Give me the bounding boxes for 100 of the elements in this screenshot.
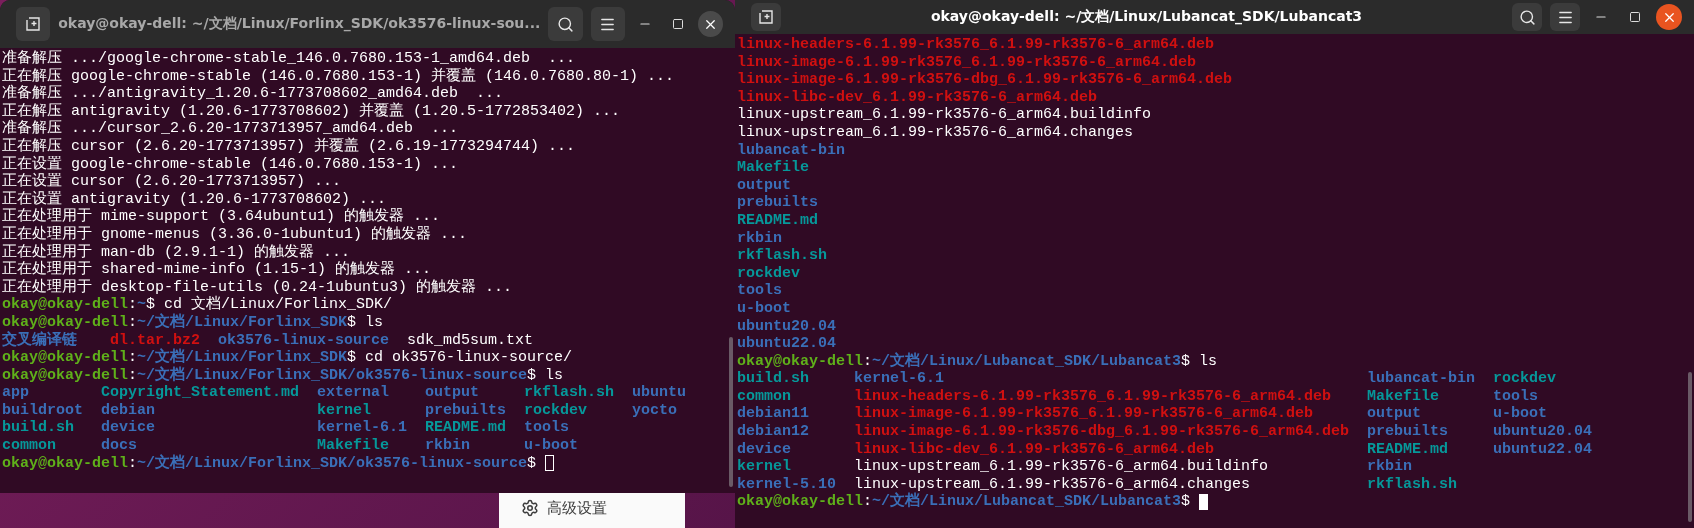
file-name: ubuntu (632, 384, 687, 402)
search-button[interactable] (1512, 3, 1542, 31)
window-title: okay@okay-dell: ~/文档/Linux/Forlinx_SDK/ok3576-linux-sou... (58, 15, 541, 33)
menu-button[interactable] (1550, 3, 1580, 31)
prompt-user: okay@okay-dell (2, 313, 129, 331)
file-name: linux-headers-6.1.99-rk3576_6.1.99-rk3576-6_arm64.deb (737, 36, 1216, 54)
output-line: 正在设置 antigravity (1.20.6-1773708602) ... (2, 190, 387, 208)
file-name: linux-upstream_6.1.99-rk3576-6_arm64.buildinfo (737, 106, 1153, 124)
close-button[interactable] (698, 11, 723, 37)
file-name: linux-image-6.1.99-rk3576_6.1.99-rk3576-6_arm64.deb (854, 405, 1315, 424)
file-name: prebuilts (425, 401, 507, 420)
prompt-user: okay@okay-dell (2, 366, 129, 385)
file-name: 交叉编译链 (2, 331, 78, 350)
file-name: docs (101, 437, 138, 455)
prompt-separator: : (128, 313, 138, 332)
prompt-path: ~/文档/Linux/Forlinx_SDK (137, 349, 348, 367)
menu-button[interactable] (590, 7, 625, 41)
file-name: ubuntu20.04 (737, 317, 838, 336)
file-name: yocto (632, 401, 678, 420)
command-text: $ ls (527, 366, 564, 385)
file-name: Makefile (317, 437, 390, 455)
maximize-icon (671, 18, 684, 30)
file-name: README.md (1367, 440, 1449, 459)
prompt-separator: : (128, 366, 138, 385)
command-text: $ cd ok3576-linux-source/ (347, 349, 573, 367)
file-name: output (737, 176, 792, 195)
output-line: 正在处理用于 gnome-menus (3.36.0-1ubuntu1) 的触发器 ... (2, 225, 468, 243)
file-name: common (2, 437, 57, 455)
file-name: linux-upstream_6.1.99-rk3576-6_arm64.changes (737, 123, 1135, 142)
new-tab-icon (25, 16, 42, 32)
command-text: $ ls (1181, 352, 1218, 371)
file-name: rockdev (737, 264, 801, 283)
file-name: output (425, 384, 480, 402)
prompt-path: ~/文档/Linux/Lubancat_SDK/Lubancat3 (872, 352, 1182, 371)
file-name: kernel (737, 458, 792, 476)
output-line: 正在解压 google-chrome-stable (146.0.7680.153-1) 并覆盖 (146.0.7680.80-1) ... (2, 67, 675, 85)
prompt-path: ~/文档/Linux/Forlinx_SDK (137, 313, 348, 332)
file-name: kernel-5.10 (737, 475, 838, 494)
new-tab-button[interactable] (16, 7, 51, 41)
prompt-path: ~/文档/Linux/Forlinx_SDK/ok3576-linux-source (137, 366, 528, 385)
search-icon (556, 15, 574, 33)
file-name: ubuntu22.04 (737, 335, 838, 353)
prompt-path: ~/文档/Linux/Lubancat_SDK/Lubancat3 (872, 493, 1182, 512)
output-line: 正在处理用于 shared-mime-info (1.15-1) 的触发器 ... (2, 261, 432, 279)
file-name: linux-image-6.1.99-rk3576_6.1.99-rk3576-6_arm64.deb (737, 53, 1198, 72)
file-name: external (317, 384, 390, 402)
scrollbar[interactable] (729, 337, 733, 487)
file-name: Makefile (1367, 387, 1440, 406)
file-name: README.md (737, 211, 819, 230)
command-text: $ ls (347, 313, 384, 332)
file-name: rkflash.sh (1367, 475, 1458, 494)
new-tab-button[interactable] (751, 3, 781, 31)
file-name: Copyright_Statement.md (101, 384, 301, 402)
file-name: linux-image-6.1.99-rk3576-dbg_6.1.99-rk3576-6_arm64.deb (854, 423, 1351, 441)
output-line: 正在处理用于 desktop-file-utils (0.24-1ubuntu3) 的触发器 ... (2, 278, 513, 296)
file-name: lubancat-bin (1367, 370, 1477, 388)
prompt-path: ~/文档/Linux/Forlinx_SDK/ok3576-linux-source (137, 454, 528, 473)
prompt-user: okay@okay-dell (737, 352, 864, 371)
command-text: $ cd 文档/Linux/Forlinx_SDK/ (146, 296, 393, 314)
output-line: 正在解压 antigravity (1.20.6-1773708602) 并覆盖 (1.20.5-1772853402) ... (2, 102, 621, 120)
file-name: build.sh (737, 370, 810, 388)
prompt-separator: : (128, 296, 138, 314)
file-name: dl.tar.bz2 (110, 331, 201, 349)
prompt-user: okay@okay-dell (2, 454, 129, 473)
file-name: prebuilts (1367, 423, 1449, 441)
file-name: rkflash.sh (524, 384, 615, 402)
file-name: build.sh (2, 419, 75, 438)
file-name: Makefile (737, 159, 810, 177)
prompt-user: okay@okay-dell (2, 296, 129, 314)
output-line: 正在处理用于 mime-support (3.64ubuntu1) 的触发器 ... (2, 208, 441, 226)
file-name: output (1367, 405, 1422, 424)
file-name: ok3576-linux-source (218, 331, 391, 350)
file-name: lubancat-bin (737, 141, 847, 160)
search-button[interactable] (548, 7, 583, 41)
prompt-user: okay@okay-dell (737, 493, 864, 512)
file-name: rkflash.sh (737, 247, 828, 265)
file-name: debian12 (737, 423, 810, 441)
file-name: device (101, 419, 156, 438)
close-button[interactable] (1656, 4, 1682, 30)
command-text: $ (1181, 493, 1191, 512)
file-name: common (737, 387, 792, 406)
file-name: README.md (425, 419, 507, 438)
file-name: tools (1493, 387, 1539, 406)
file-name: rkbin (425, 437, 471, 455)
file-name: linux-libc-dev_6.1.99-rk3576-6_arm64.deb (854, 440, 1216, 459)
file-name: kernel-6.1 (854, 370, 945, 388)
file-name: device (737, 440, 792, 459)
prompt-separator: : (128, 349, 138, 367)
settings-item[interactable]: 高级设置 (547, 499, 607, 518)
maximize-icon (1629, 11, 1641, 23)
output-line: 正在设置 cursor (2.6.20-1773713957) ... (2, 173, 342, 191)
scrollbar[interactable] (1688, 372, 1692, 522)
prompt-user: okay@okay-dell (2, 349, 129, 367)
file-name: prebuilts (737, 194, 819, 212)
file-name: u-boot (524, 437, 579, 455)
output-line: 准备解压 .../cursor_2.6.20-1773713957_amd64.deb ... (2, 120, 459, 138)
prompt-path: ~ (137, 296, 147, 314)
file-name: linux-image-6.1.99-rk3576-dbg_6.1.99-rk3576-6_arm64.deb (737, 71, 1234, 89)
file-name: buildroot (2, 401, 84, 420)
prompt-separator: : (128, 454, 138, 473)
